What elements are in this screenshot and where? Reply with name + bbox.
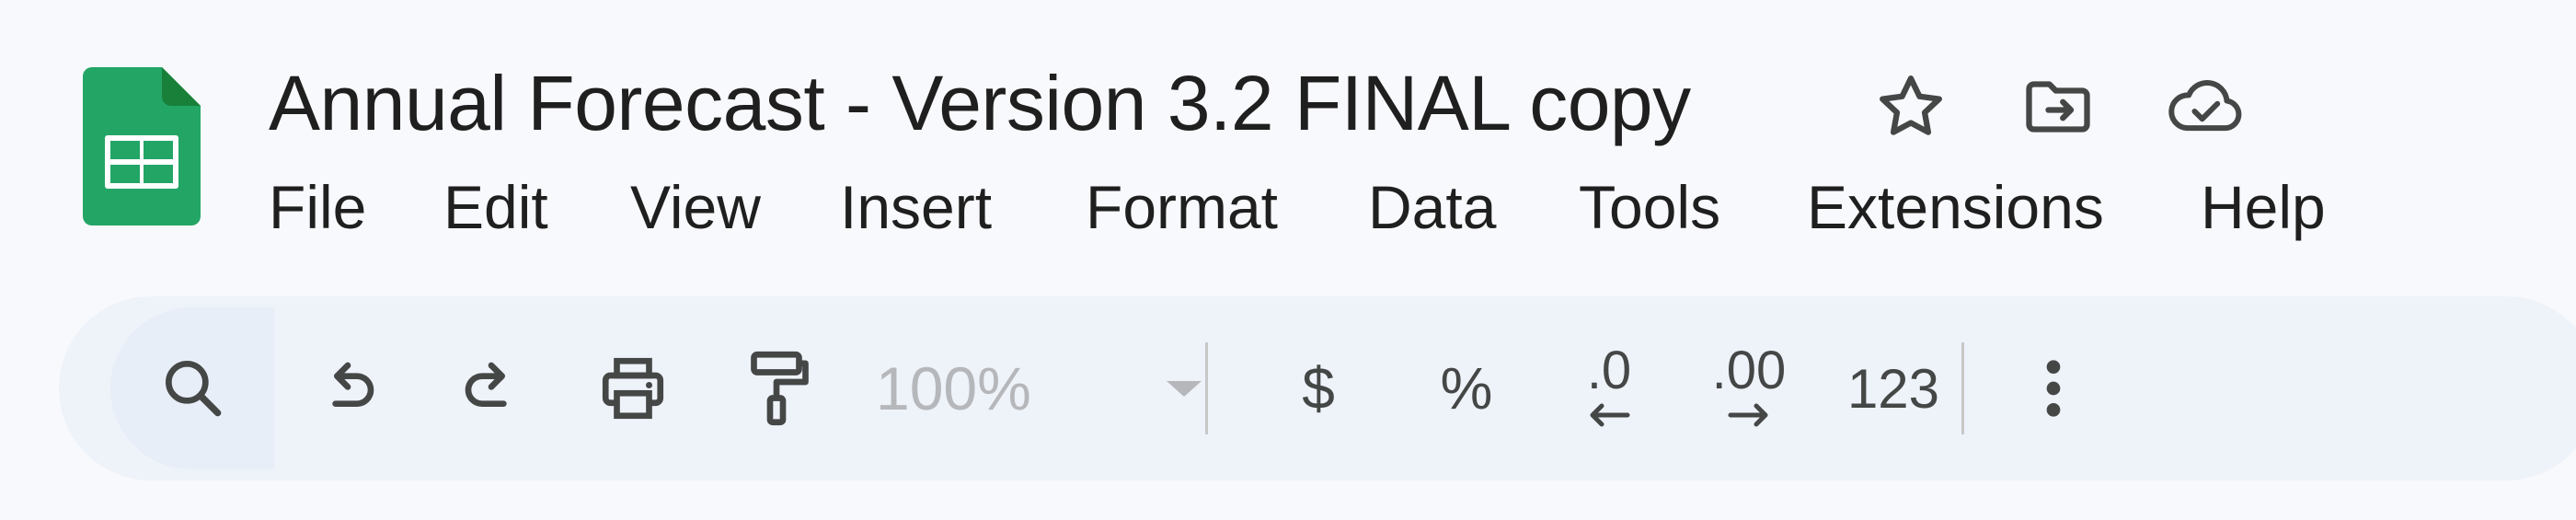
zoom-select[interactable]: 100%: [876, 341, 1031, 436]
sheets-logo-icon[interactable]: [83, 67, 201, 225]
menu-help[interactable]: Help: [2201, 166, 2326, 248]
toolbar: 100% $ % .0 .00 123: [59, 296, 2576, 480]
menu-file[interactable]: File: [269, 166, 366, 248]
cloud-saved-icon[interactable]: [2166, 67, 2245, 146]
menu-format[interactable]: Format: [1086, 166, 1278, 248]
paint-format-icon[interactable]: [729, 341, 824, 436]
percent-label: %: [1440, 355, 1493, 422]
arrow-left-icon: [1590, 403, 1630, 427]
menu-data[interactable]: Data: [1368, 166, 1496, 248]
number-format-button[interactable]: 123: [1818, 341, 1969, 436]
menu-insert[interactable]: Insert: [840, 166, 992, 248]
decrease-decimal-label: .0: [1586, 341, 1632, 400]
redo-icon[interactable]: [443, 341, 539, 436]
number-format-label: 123: [1846, 357, 1940, 420]
increase-decimal-label: .00: [1711, 341, 1787, 400]
decrease-decimal-button[interactable]: .0: [1540, 341, 1678, 436]
toolbar-divider: [1961, 342, 1964, 434]
currency-format-button[interactable]: $: [1279, 341, 1358, 436]
percent-format-button[interactable]: %: [1419, 341, 1514, 436]
star-icon[interactable]: [1871, 67, 1950, 146]
document-title[interactable]: Annual Forecast - Version 3.2 FINAL copy: [269, 55, 1691, 151]
menu-tools[interactable]: Tools: [1579, 166, 1720, 248]
toolbar-divider: [1205, 342, 1208, 434]
move-folder-icon[interactable]: [2018, 67, 2098, 146]
more-vert-icon[interactable]: [2009, 341, 2098, 436]
search-icon[interactable]: [145, 341, 241, 436]
currency-label: $: [1302, 355, 1335, 422]
print-icon[interactable]: [585, 341, 681, 436]
undo-icon[interactable]: [300, 341, 396, 436]
increase-decimal-button[interactable]: .00: [1680, 341, 1818, 436]
arrow-right-icon: [1728, 403, 1768, 427]
menu-extensions[interactable]: Extensions: [1807, 166, 2104, 248]
menu-view[interactable]: View: [630, 166, 761, 248]
menu-edit[interactable]: Edit: [443, 166, 548, 248]
chevron-down-icon[interactable]: [1167, 381, 1202, 397]
